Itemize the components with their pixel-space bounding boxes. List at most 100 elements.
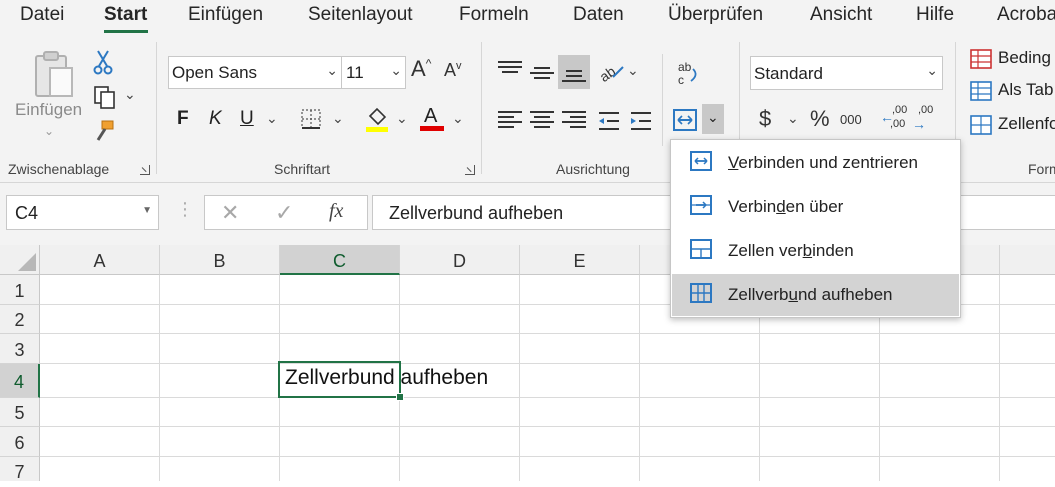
currency-format-button[interactable]: $ (759, 106, 771, 132)
paste-label[interactable]: Einfügen (15, 100, 82, 120)
merge-center-button[interactable] (672, 108, 698, 132)
fill-color-button[interactable] (364, 104, 390, 134)
tab-ansicht[interactable]: Ansicht (810, 4, 872, 26)
align-center-icon[interactable] (530, 108, 554, 131)
decrease-font-size-icon[interactable]: Av (444, 60, 462, 81)
copy-chevron-icon[interactable]: ⌄ (124, 86, 136, 103)
row-header-4[interactable]: 4 (0, 364, 40, 398)
format-painter-button[interactable] (92, 118, 118, 144)
merge-dropdown-button[interactable]: ⌄ (702, 104, 724, 134)
tab-datei[interactable]: Datei (20, 4, 64, 26)
percent-button[interactable]: % (810, 106, 830, 132)
conditional-formatting-button[interactable]: Beding (970, 48, 1055, 72)
font-launcher-icon[interactable] (465, 165, 475, 175)
decrease-indent-button[interactable] (596, 108, 622, 134)
underline-button[interactable]: U (240, 108, 254, 130)
row-header-7[interactable]: 7 (0, 457, 40, 482)
menu-item-merge-cells[interactable]: Zellen verbinden (672, 230, 959, 272)
access-key: V (728, 153, 739, 172)
align-bottom-button[interactable] (558, 55, 590, 89)
select-all-button[interactable] (0, 245, 40, 275)
column-header-e[interactable]: E (520, 245, 640, 275)
tab-seitenlayout[interactable]: Seitenlayout (308, 4, 413, 26)
row-header-3[interactable]: 3 (0, 334, 40, 364)
row-header-5[interactable]: 5 (0, 398, 40, 427)
row-header-6[interactable]: 6 (0, 427, 40, 457)
cell-styles-button[interactable]: Zellenfo (970, 114, 1055, 138)
fill-color-chevron-icon[interactable]: ⌄ (396, 110, 408, 127)
font-size-select[interactable]: 11 ⌄ (341, 56, 406, 89)
column-header-d[interactable]: D (400, 245, 520, 275)
wrap-text-icon: ab c (678, 60, 697, 87)
menu-item-label: Zellverbund aufheben (728, 285, 892, 305)
label-part: nd aufheben (797, 285, 893, 304)
name-box[interactable]: C4 ▼ (6, 195, 159, 230)
grip-icon: ⋮ (176, 199, 194, 219)
orientation-button[interactable]: ab (596, 58, 626, 86)
number-format-select[interactable]: Standard ⌄ (750, 56, 943, 90)
bold-button[interactable]: F (177, 108, 189, 130)
cancel-icon[interactable]: ✕ (221, 200, 239, 226)
increase-decimal-button[interactable]: ,00 ← ,00 (880, 104, 908, 134)
chevron-down-icon: ▼ (142, 205, 152, 216)
access-key: u (788, 285, 798, 304)
svg-text:ab: ab (678, 60, 692, 74)
orientation-chevron-icon[interactable]: ⌄ (627, 62, 639, 79)
font-color-button[interactable]: A (418, 102, 446, 134)
align-middle-icon[interactable] (530, 64, 554, 82)
tab-daten[interactable]: Daten (573, 4, 624, 26)
increase-font-size-icon[interactable]: A^ (411, 56, 431, 82)
menu-item-merge-across[interactable]: Verbinden über (672, 186, 959, 228)
cut-button[interactable] (92, 48, 114, 76)
tab-ueberpruefen[interactable]: Überprüfen (668, 4, 763, 26)
column-header-i[interactable] (1000, 245, 1055, 275)
tab-formeln[interactable]: Formeln (459, 4, 529, 26)
fill-handle[interactable] (396, 393, 404, 401)
confirm-icon[interactable]: ✓ (275, 200, 293, 226)
menu-item-unmerge-cells[interactable]: Zellverbund aufheben (672, 274, 959, 316)
borders-chevron-icon[interactable]: ⌄ (332, 110, 344, 127)
decrease-decimal-button[interactable]: ,00 → (912, 104, 940, 134)
font-color-chevron-icon[interactable]: ⌄ (452, 110, 464, 127)
paste-button[interactable] (28, 48, 78, 104)
currency-chevron-icon[interactable]: ⌄ (787, 110, 799, 127)
format-as-table-button[interactable]: Als Tab (970, 80, 1055, 104)
clipboard-group-label: Zwischenablage (8, 161, 110, 177)
copy-button[interactable] (92, 84, 118, 110)
menu-item-merge-center[interactable]: Verbinden und zentrieren (672, 142, 959, 184)
row-header-2[interactable]: 2 (0, 305, 40, 334)
insert-function-icon[interactable]: fx (329, 200, 343, 223)
align-left-icon[interactable] (498, 108, 522, 131)
tab-hilfe[interactable]: Hilfe (916, 4, 954, 26)
borders-button[interactable] (298, 106, 324, 132)
paste-chevron-icon[interactable]: ⌄ (44, 124, 54, 138)
italic-button[interactable]: K (209, 108, 222, 130)
align-right-icon[interactable] (562, 108, 586, 131)
increase-indent-button[interactable] (628, 108, 654, 134)
tab-start[interactable]: Start (104, 4, 147, 26)
column-header-c[interactable]: C (280, 245, 400, 275)
alignment-group-label: Ausrichtung (556, 161, 630, 177)
cell-styles-icon (970, 115, 992, 135)
chevron-down-icon: ⌄ (926, 62, 938, 78)
active-tab-indicator (104, 30, 148, 33)
number-format-value: Standard (754, 64, 823, 83)
thousands-separator-button[interactable]: 000 (840, 112, 862, 127)
tab-einfuegen[interactable]: Einfügen (188, 4, 263, 26)
underline-chevron-icon[interactable]: ⌄ (266, 110, 278, 127)
font-color-icon: A (420, 105, 444, 131)
column-header-b[interactable]: B (160, 245, 280, 275)
wrap-text-button[interactable]: ab c (674, 58, 702, 88)
align-top-icon[interactable] (498, 58, 522, 76)
conditional-format-icon (970, 49, 992, 69)
row-header-1[interactable]: 1 (0, 275, 40, 305)
tab-acrobat[interactable]: Acroba (997, 4, 1055, 26)
font-name-select[interactable]: Open Sans ⌄ (168, 56, 342, 89)
cell-c4-text: Zellverbund aufheben (285, 366, 489, 389)
menu-item-label: Zellen verbinden (728, 241, 854, 261)
gridline (40, 426, 1055, 427)
format-as-table-label: Als Tab (998, 80, 1054, 99)
column-header-a[interactable]: A (40, 245, 160, 275)
decrease-indent-icon (599, 112, 619, 130)
clipboard-launcher-icon[interactable] (140, 165, 150, 175)
